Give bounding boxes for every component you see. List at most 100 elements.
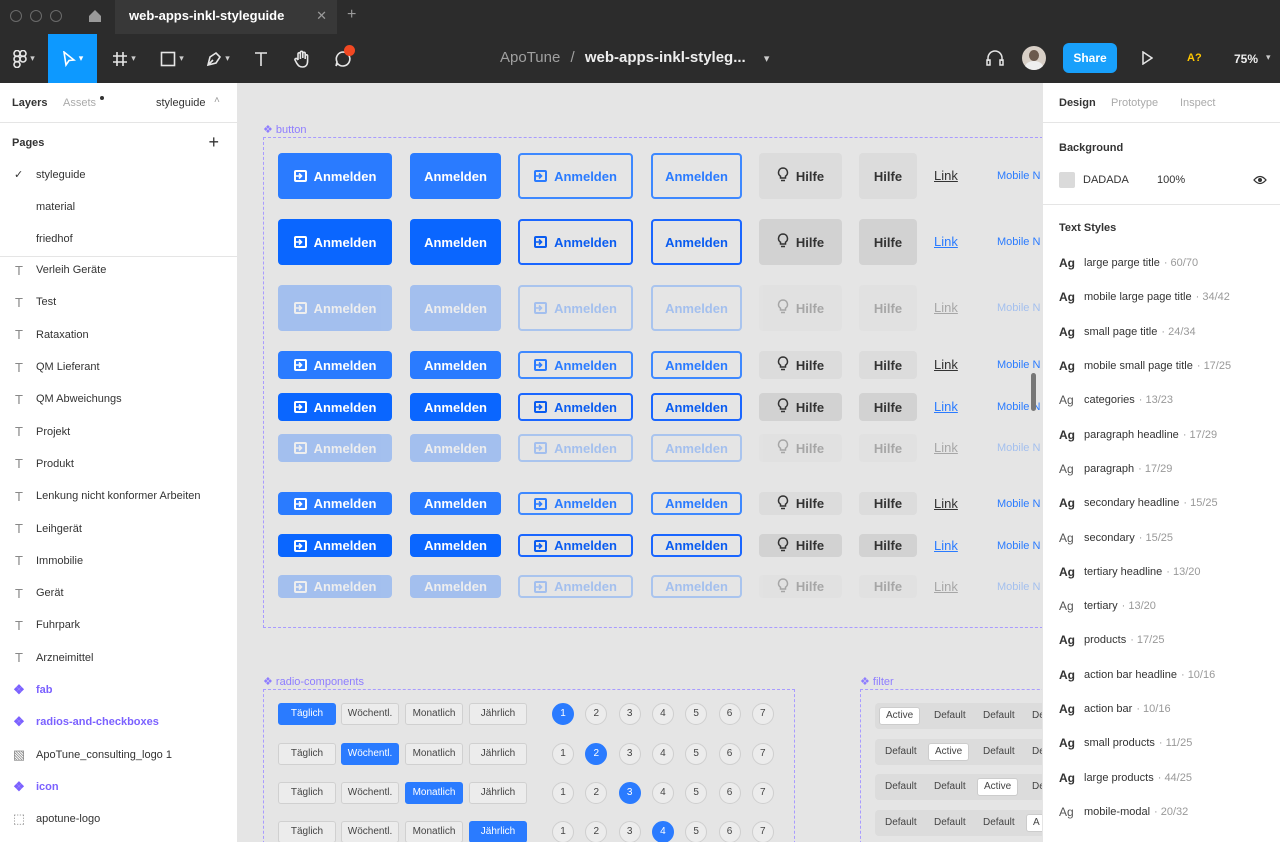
help-button[interactable]: Hilfe	[759, 393, 842, 421]
login-button[interactable]: Anmelden	[410, 492, 501, 515]
text-link[interactable]: Link	[934, 234, 958, 249]
layer-item[interactable]: ▧ ApoTune_consulting_logo 1	[0, 738, 237, 770]
filter-chip[interactable]: Default	[1026, 707, 1042, 725]
share-button[interactable]: Share	[1063, 43, 1117, 73]
help-button[interactable]: Hilfe	[859, 153, 917, 199]
avatar[interactable]	[1022, 46, 1046, 70]
period-segment-button[interactable]: Jährlich	[469, 703, 527, 725]
help-button[interactable]: Hilfe	[759, 434, 842, 462]
mobile-nav-button[interactable]: Mobile N	[997, 581, 1040, 593]
text-link[interactable]: Link	[934, 300, 958, 315]
login-button[interactable]: Anmelden	[410, 393, 501, 421]
login-button[interactable]: Anmelden	[651, 219, 742, 265]
file-menu-chevron-icon[interactable]: ▾	[764, 53, 770, 65]
filter-chip[interactable]: Default	[928, 707, 972, 725]
move-tool-button[interactable]: ▾	[48, 34, 97, 83]
minimize-window-button[interactable]	[30, 10, 42, 22]
filter-chip[interactable]: Default	[1026, 743, 1042, 761]
number-radio[interactable]: 1	[552, 743, 574, 765]
period-segment-button[interactable]: Jährlich	[469, 782, 527, 804]
number-radio[interactable]: 7	[751, 821, 774, 842]
number-radio[interactable]: 1	[552, 782, 574, 804]
number-radio[interactable]: 4	[651, 703, 674, 725]
text-link[interactable]: Link	[934, 538, 958, 553]
canvas-scrollbar[interactable]	[1031, 373, 1036, 411]
number-radio[interactable]: 4	[651, 821, 674, 842]
add-page-button[interactable]: +	[208, 132, 219, 153]
login-button[interactable]: Anmelden	[278, 285, 392, 331]
login-button[interactable]: Anmelden	[651, 434, 742, 462]
number-radio[interactable]: 5	[685, 821, 708, 842]
page-item[interactable]: friedhof	[0, 223, 237, 255]
mobile-nav-button[interactable]: Mobile N	[997, 498, 1040, 510]
filter-chip[interactable]: Default	[1026, 778, 1042, 796]
tab-prototype[interactable]: Prototype	[1111, 97, 1158, 109]
filter-chip[interactable]: Default	[879, 743, 923, 761]
background-hex[interactable]: DADADA	[1083, 174, 1129, 186]
new-tab-button[interactable]: +	[347, 6, 356, 24]
layer-item[interactable]: T Verleih Geräte	[0, 254, 237, 286]
project-name[interactable]: ApoTune	[500, 49, 560, 66]
text-link[interactable]: Link	[934, 168, 958, 183]
number-radio[interactable]: 6	[718, 743, 741, 765]
text-style-item[interactable]: Ag action bar headline · 10/16	[1043, 658, 1280, 692]
filter-chip[interactable]: Default	[928, 814, 972, 832]
period-segment-button[interactable]: Monatlich	[405, 821, 463, 842]
text-style-item[interactable]: Ag tertiary headline · 13/20	[1043, 555, 1280, 589]
mobile-nav-button[interactable]: Mobile N	[997, 359, 1040, 371]
layer-item[interactable]: ⬚ apotune-logo	[0, 803, 237, 835]
number-radio[interactable]: 6	[718, 782, 741, 804]
mobile-nav-button[interactable]: Mobile N	[997, 170, 1040, 182]
login-button[interactable]: Anmelden	[651, 492, 742, 515]
number-radio[interactable]: 7	[751, 703, 774, 725]
mobile-nav-button[interactable]: Mobile N	[997, 442, 1040, 454]
page-item[interactable]: material	[0, 191, 237, 223]
login-button[interactable]: Anmelden	[278, 575, 392, 598]
text-style-item[interactable]: Ag large parge title · 60/70	[1043, 246, 1280, 280]
comment-tool-button[interactable]	[328, 34, 358, 83]
filter-chip[interactable]: Default	[977, 814, 1021, 832]
filter-chip[interactable]: Default	[879, 814, 923, 832]
layer-item[interactable]: T QM Lieferant	[0, 351, 237, 383]
number-radio[interactable]: 2	[585, 821, 608, 842]
mobile-nav-button[interactable]: Mobile N	[997, 540, 1040, 552]
number-radio[interactable]: 3	[618, 821, 641, 842]
login-button[interactable]: Anmelden	[410, 534, 501, 557]
layer-item[interactable]: ❖ radios-and-checkboxes	[0, 706, 237, 738]
login-button[interactable]: Anmelden	[651, 575, 742, 598]
period-segment-button[interactable]: Jährlich	[469, 821, 527, 842]
text-link[interactable]: Link	[934, 357, 958, 372]
eye-icon[interactable]	[1253, 175, 1267, 185]
chevron-up-icon[interactable]: ˄	[214, 95, 220, 106]
number-radio[interactable]: 7	[751, 782, 774, 804]
text-style-item[interactable]: Ag small products · 11/25	[1043, 726, 1280, 760]
login-button[interactable]: Anmelden	[518, 393, 633, 421]
period-segment-button[interactable]: Wöchentl.	[341, 743, 399, 765]
help-button[interactable]: Hilfe	[759, 534, 842, 557]
background-opacity[interactable]: 100%	[1157, 174, 1185, 186]
help-button[interactable]: Hilfe	[859, 534, 917, 557]
layer-item[interactable]: ❖ icon	[0, 771, 237, 803]
login-button[interactable]: Anmelden	[651, 351, 742, 379]
layer-item[interactable]: T Gerät	[0, 577, 237, 609]
help-button[interactable]: Hilfe	[759, 492, 842, 515]
text-style-item[interactable]: Ag mobile small page title · 17/25	[1043, 349, 1280, 383]
period-segment-button[interactable]: Täglich	[278, 821, 336, 842]
period-segment-button[interactable]: Täglich	[278, 703, 336, 725]
login-button[interactable]: Anmelden	[278, 434, 392, 462]
help-button[interactable]: Hilfe	[759, 153, 842, 199]
login-button[interactable]: Anmelden	[518, 285, 633, 331]
play-present-icon[interactable]	[1141, 51, 1153, 65]
login-button[interactable]: Anmelden	[410, 285, 501, 331]
button-frame-label[interactable]: ❖ button	[263, 123, 307, 136]
login-button[interactable]: Anmelden	[410, 434, 501, 462]
page-item[interactable]: ✓ styleguide	[0, 159, 237, 191]
help-button[interactable]: Hilfe	[859, 492, 917, 515]
login-button[interactable]: Anmelden	[410, 351, 501, 379]
page-selector[interactable]: styleguide	[156, 97, 206, 109]
close-window-button[interactable]	[10, 10, 22, 22]
login-button[interactable]: Anmelden	[410, 153, 501, 199]
help-button[interactable]: Hilfe	[859, 219, 917, 265]
file-name[interactable]: web-apps-inkl-styleg...	[585, 49, 746, 66]
period-segment-button[interactable]: Monatlich	[405, 782, 463, 804]
